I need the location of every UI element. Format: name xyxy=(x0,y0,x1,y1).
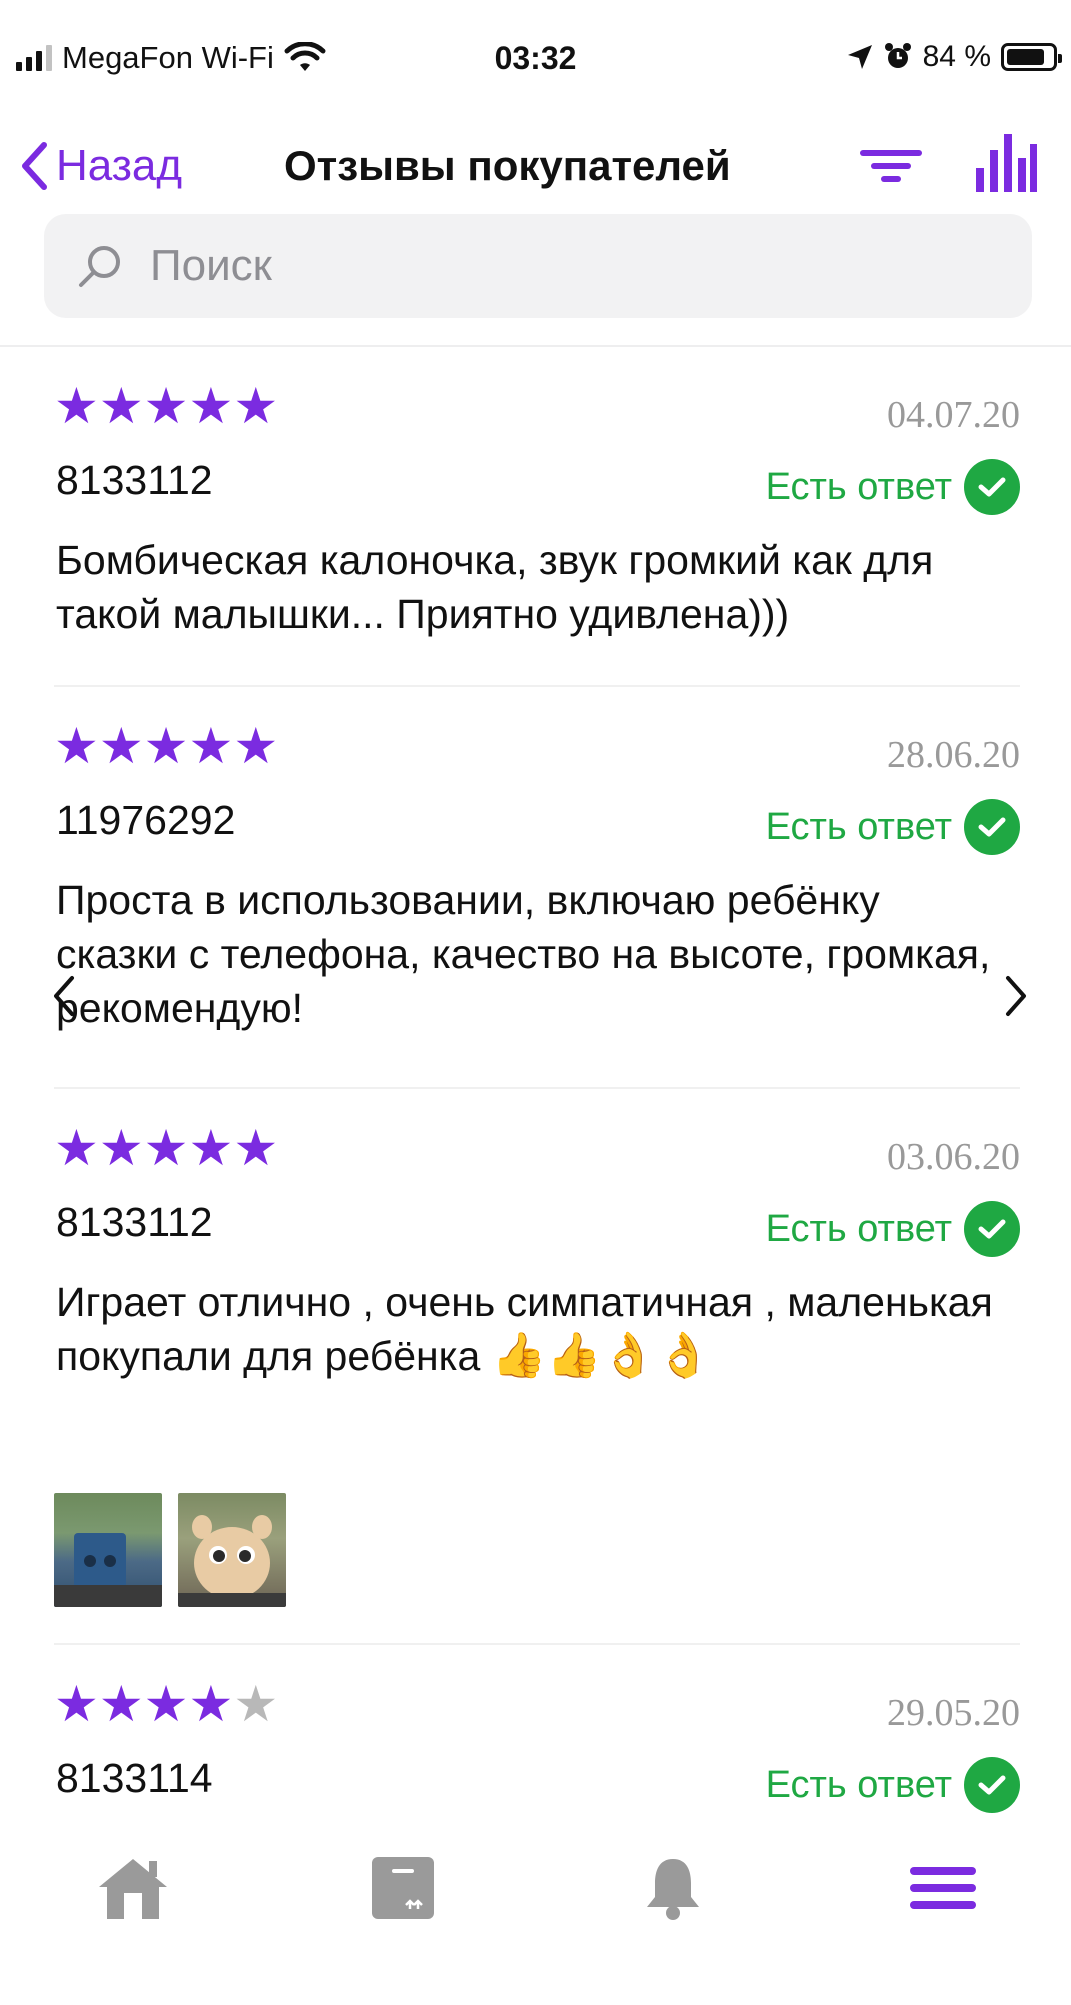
filter-icon[interactable] xyxy=(858,138,924,194)
thumbs-up-icon: 👍 xyxy=(491,1330,547,1381)
status-bar: MegaFon Wi-Fi 03:32 84 % xyxy=(0,0,1071,120)
review-photos xyxy=(54,1493,286,1607)
star-icon: ★ xyxy=(54,1675,99,1733)
back-button[interactable]: Назад xyxy=(20,120,182,212)
tab-orders[interactable] xyxy=(363,1848,443,1928)
review-text: Проста в использовании, включаю ребёнку … xyxy=(56,877,991,1031)
star-icon: ★ xyxy=(98,1119,144,1177)
next-arrow-icon[interactable] xyxy=(996,966,1036,1026)
check-circle-icon xyxy=(964,459,1020,515)
review-author: 11976292 xyxy=(56,797,236,843)
star-icon: ★ xyxy=(188,1119,234,1177)
search-input[interactable] xyxy=(150,241,970,291)
star-icon: ★ xyxy=(188,377,234,435)
review-photo[interactable] xyxy=(54,1493,162,1607)
ok-hand-icon: 👌 xyxy=(601,1330,657,1381)
tab-notifications[interactable] xyxy=(633,1848,713,1928)
status-right: 84 % xyxy=(847,40,1062,74)
page-title: Отзывы покупателей xyxy=(284,142,731,189)
review-text: Бомбическая калоночка, звук громкий как … xyxy=(56,537,934,637)
reviews-list: ★ ★ ★ ★ ★ 04.07.20 8133112 Есть ответ Бомбич… xyxy=(0,347,1071,1817)
back-label: Назад xyxy=(56,141,183,190)
answer-status[interactable]: Есть ответ xyxy=(766,1201,1020,1257)
tab-menu[interactable] xyxy=(903,1848,983,1928)
star-rating: ★ ★ ★ ★ ★ xyxy=(54,1679,278,1729)
statistics-icon[interactable] xyxy=(974,130,1038,198)
check-circle-icon xyxy=(964,1201,1020,1257)
previous-arrow-icon[interactable] xyxy=(44,966,84,1026)
chevron-left-icon xyxy=(22,142,47,190)
thumbs-up-icon: 👍 xyxy=(546,1330,602,1381)
answer-label: Есть ответ xyxy=(765,805,952,848)
review-date: 04.07.20 xyxy=(887,394,1020,436)
search-icon xyxy=(79,246,120,287)
search-bar[interactable] xyxy=(44,214,1032,318)
review-card[interactable]: ★ ★ ★ ★ ★ 28.06.20 11976292 Есть ответ Прост… xyxy=(54,687,1020,1089)
tab-bar xyxy=(0,1820,1071,2005)
star-icon: ★ xyxy=(54,377,99,435)
star-rating: ★ ★ ★ ★ ★ xyxy=(54,381,278,431)
star-icon: ★ xyxy=(98,377,144,435)
home-icon xyxy=(99,1859,167,1919)
star-icon: ★ xyxy=(98,717,144,775)
review-card[interactable]: ★ ★ ★ ★ ★ 03.06.20 8133112 Есть ответ Играет… xyxy=(54,1089,1020,1645)
battery-icon xyxy=(1001,43,1062,71)
location-arrow-icon xyxy=(847,45,872,69)
star-icon: ★ xyxy=(143,717,189,775)
star-empty-icon: ★ xyxy=(233,1675,279,1733)
star-icon: ★ xyxy=(188,717,234,775)
review-text-block: Играет отлично , очень симпатичная , мал… xyxy=(56,1275,1006,1383)
review-date: 29.05.20 xyxy=(887,1692,1020,1734)
box-icon xyxy=(372,1857,434,1919)
wifi-icon xyxy=(284,42,326,71)
review-date: 28.06.20 xyxy=(887,734,1020,776)
star-icon: ★ xyxy=(54,717,99,775)
answer-status[interactable]: Есть ответ xyxy=(766,459,1020,515)
bell-icon xyxy=(647,1859,699,1920)
star-icon: ★ xyxy=(233,377,279,435)
answer-label: Есть ответ xyxy=(765,1763,952,1806)
review-card[interactable]: ★ ★ ★ ★ ★ 04.07.20 8133112 Есть ответ Бомбич… xyxy=(54,347,1020,687)
ok-hand-icon: 👌 xyxy=(656,1330,711,1381)
answer-label: Есть ответ xyxy=(765,1207,952,1250)
status-left: MegaFon Wi-Fi xyxy=(16,40,326,76)
carrier-name: MegaFon Wi-Fi xyxy=(62,40,274,75)
nav-bar: Назад Отзывы покупателей xyxy=(0,120,1071,212)
review-author: 8133114 xyxy=(56,1755,213,1801)
review-date: 03.06.20 xyxy=(887,1136,1020,1178)
star-icon: ★ xyxy=(98,1675,144,1733)
star-icon: ★ xyxy=(54,1119,99,1177)
review-card[interactable]: ★ ★ ★ ★ ★ 29.05.20 8133114 Есть ответ xyxy=(54,1645,1020,1817)
signal-icon xyxy=(16,45,52,71)
review-author: 8133112 xyxy=(56,457,213,503)
answer-status[interactable]: Есть ответ xyxy=(766,1757,1020,1813)
star-icon: ★ xyxy=(143,1119,189,1177)
review-photo[interactable] xyxy=(178,1493,286,1607)
star-icon: ★ xyxy=(233,717,279,775)
star-rating: ★ ★ ★ ★ ★ xyxy=(54,1123,278,1173)
check-circle-icon xyxy=(964,799,1020,855)
star-rating: ★ ★ ★ ★ ★ xyxy=(54,721,278,771)
star-icon: ★ xyxy=(143,377,189,435)
answer-label: Есть ответ xyxy=(765,465,952,508)
answer-status[interactable]: Есть ответ xyxy=(766,799,1020,855)
alarm-icon xyxy=(884,43,911,68)
battery-percent: 84 % xyxy=(922,40,991,73)
star-icon: ★ xyxy=(233,1119,279,1177)
check-circle-icon xyxy=(964,1757,1020,1813)
review-author: 8133112 xyxy=(56,1199,213,1245)
star-icon: ★ xyxy=(143,1675,189,1733)
tab-home[interactable] xyxy=(93,1848,173,1928)
star-icon: ★ xyxy=(188,1675,234,1733)
menu-icon xyxy=(910,1867,976,1909)
